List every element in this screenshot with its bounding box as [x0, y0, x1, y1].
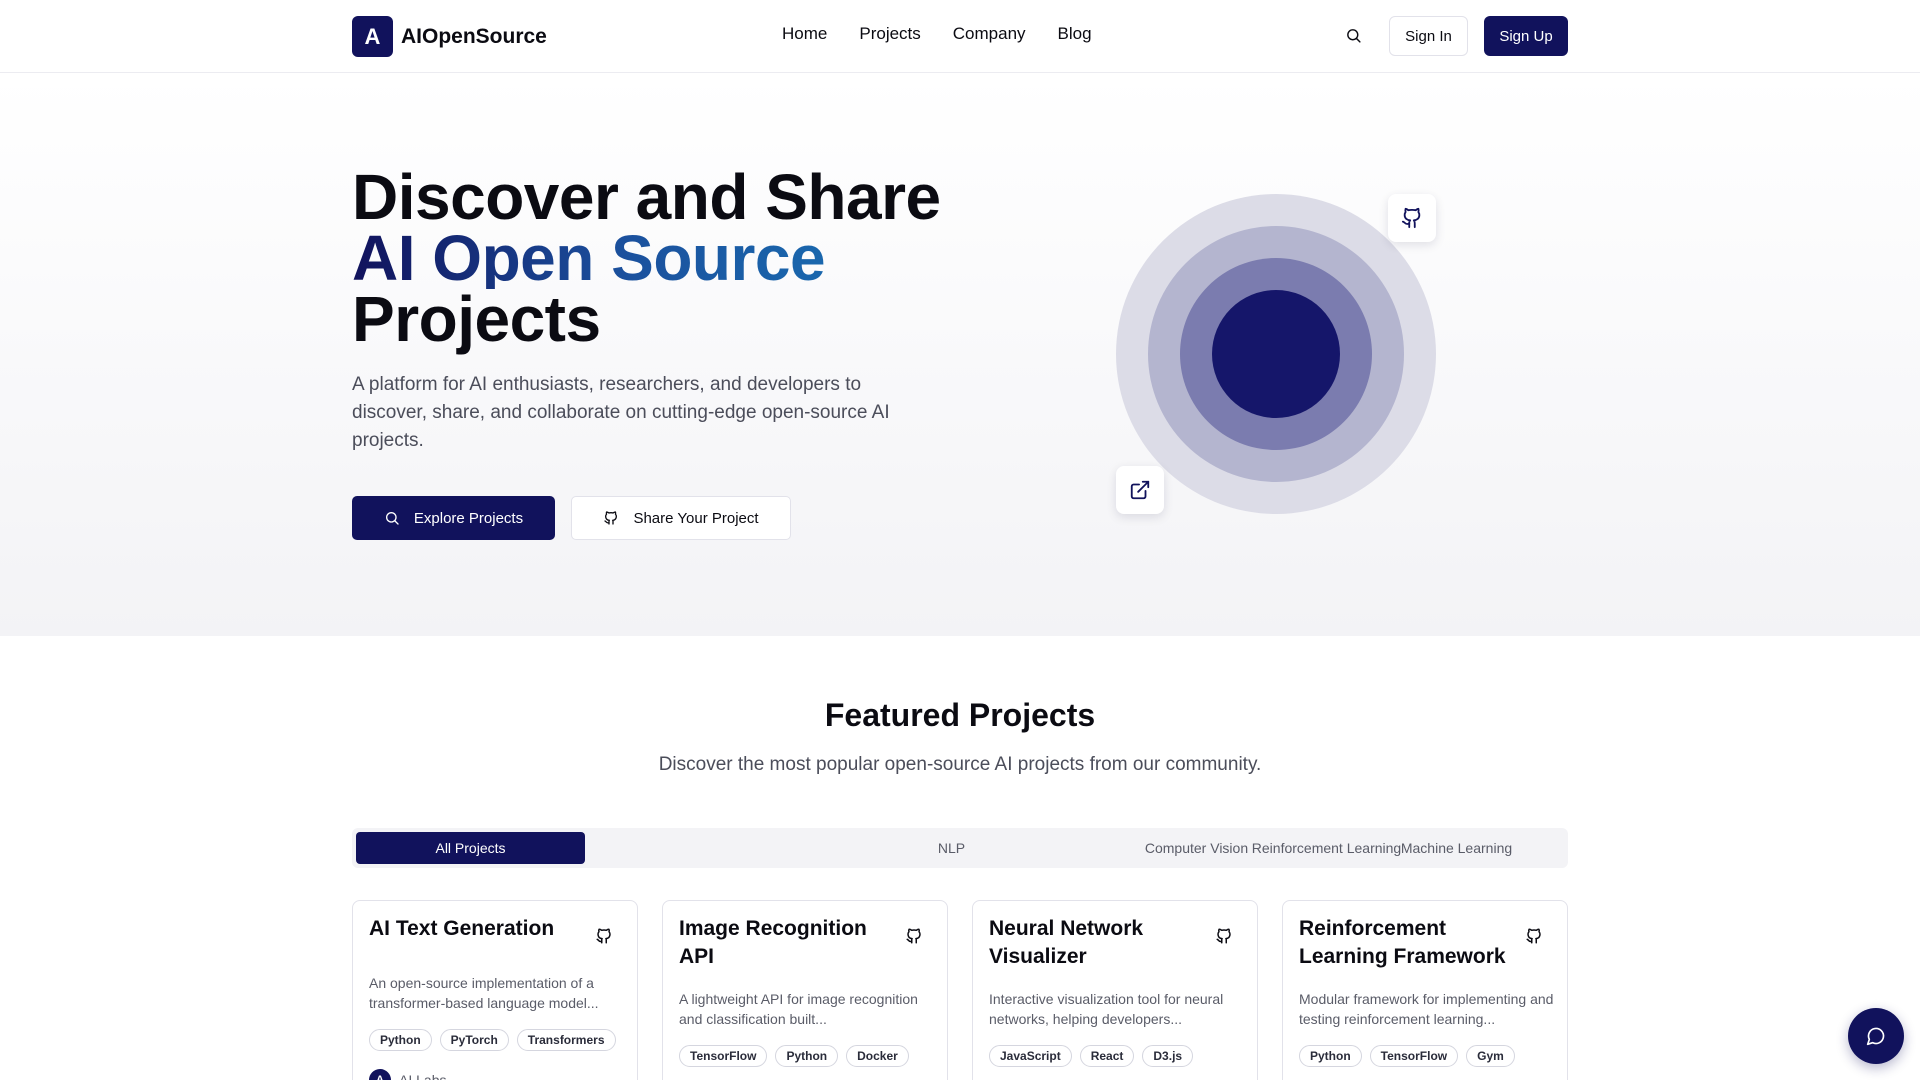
tag[interactable]: Gym [1466, 1045, 1515, 1067]
card-description-text: Interactive visualization tool for neura… [989, 991, 1224, 1027]
logo[interactable]: A AIOpenSource [352, 16, 547, 57]
card-tags: Python PyTorch Transformers [369, 1029, 616, 1051]
floating-external-link-card [1116, 466, 1164, 514]
chat-icon [1866, 1027, 1885, 1046]
featured-title: Featured Projects [824, 697, 1096, 733]
github-icon[interactable] [905, 927, 923, 945]
card-title: Reinforcement Learning Framework [1299, 917, 1506, 968]
circle-core [1212, 290, 1340, 418]
share-project-label: Share Your Project [633, 509, 759, 527]
author-name: AI Labs [399, 1072, 447, 1080]
card-description-text: An open-source implementation of a trans… [369, 975, 599, 1011]
floating-github-card [1388, 194, 1436, 242]
card-tags: TensorFlow Python Docker [679, 1045, 909, 1067]
logo-text: AIOpenSource [401, 24, 547, 48]
explore-projects-label: Explore Projects [413, 509, 524, 527]
sign-in-button[interactable]: Sign In [1389, 16, 1468, 56]
main-nav: Home Projects Company Blog [782, 24, 1092, 44]
avatar: A [369, 1069, 391, 1080]
tab-nlp[interactable]: NLP [837, 832, 1066, 864]
hero-title-line3: Projects [352, 283, 601, 355]
card-title: AI Text Generation [369, 917, 555, 940]
tag[interactable]: PyTorch [439, 1029, 509, 1051]
card-description: Interactive visualization tool for neura… [989, 989, 1245, 1029]
card-tags: Python TensorFlow Gym [1299, 1045, 1515, 1067]
project-card[interactable]: Reinforcement Learning Framework Modular… [1282, 900, 1568, 1080]
tag[interactable]: D3.js [1142, 1045, 1194, 1067]
tag[interactable]: TensorFlow [679, 1045, 768, 1067]
explore-projects-button[interactable]: Explore Projects [352, 496, 555, 540]
hero-section: Discover and Share AI Open Source Projec… [0, 74, 1920, 636]
tab-machine-learning[interactable]: Machine Learning [1342, 832, 1571, 864]
external-link-icon [1130, 480, 1150, 500]
card-description: An open-source implementation of a trans… [369, 973, 625, 1013]
card-description: A lightweight API for image recognition … [679, 989, 935, 1029]
nav-projects[interactable]: Projects [859, 24, 920, 44]
search-icon [385, 512, 399, 525]
hero-title-highlight: AI Open Source [352, 222, 826, 294]
project-card[interactable]: Neural Network Visualizer Interactive vi… [972, 900, 1258, 1080]
hero-title: Discover and Share AI Open Source Projec… [352, 165, 941, 351]
nav-blog[interactable]: Blog [1058, 24, 1092, 44]
tab-all-projects[interactable]: All Projects [356, 832, 585, 864]
card-title: Neural Network Visualizer [989, 917, 1144, 968]
github-icon[interactable] [1525, 927, 1543, 945]
chat-button[interactable] [1848, 1008, 1904, 1064]
tag[interactable]: Python [775, 1045, 839, 1067]
card-author: A AI Labs [369, 1069, 446, 1080]
github-icon [604, 511, 618, 525]
project-category-tabs: All Projects NLP Computer Vision Reinfor… [352, 828, 1568, 868]
logo-mark: A [352, 16, 393, 57]
tag[interactable]: Python [1299, 1045, 1362, 1067]
search-icon[interactable] [1340, 22, 1366, 48]
github-icon[interactable] [595, 927, 613, 945]
project-card[interactable]: Image Recognition API A lightweight API … [662, 900, 948, 1080]
tag[interactable]: TensorFlow [1369, 1045, 1459, 1067]
hero-illustration [1116, 194, 1436, 514]
github-icon [1401, 207, 1421, 229]
share-project-button[interactable]: Share Your Project [571, 496, 791, 540]
card-tags: JavaScript React D3.js [989, 1045, 1194, 1067]
nav-company[interactable]: Company [953, 24, 1026, 44]
project-card[interactable]: AI Text Generation An open-source implem… [352, 900, 638, 1080]
github-icon[interactable] [1215, 927, 1233, 945]
sign-up-button[interactable]: Sign Up [1484, 16, 1568, 56]
card-description: Modular framework for implementing and t… [1299, 989, 1555, 1029]
featured-subtitle: Discover the most popular open-source AI… [658, 754, 1262, 775]
hero-description: A platform for AI enthusiasts, researche… [352, 374, 890, 451]
tag[interactable]: JavaScript [989, 1045, 1072, 1067]
tag[interactable]: Transformers [516, 1029, 616, 1051]
tag[interactable]: Docker [846, 1045, 909, 1067]
tag[interactable]: Python [369, 1029, 432, 1051]
card-description-text: Modular framework for implementing and t… [1299, 991, 1554, 1027]
nav-home[interactable]: Home [782, 24, 827, 44]
card-title: Image Recognition API [679, 917, 867, 968]
tag[interactable]: React [1079, 1045, 1135, 1067]
card-description-text: A lightweight API for image recognition … [679, 991, 918, 1027]
site-header: A AIOpenSource Home Projects Company Blo… [0, 0, 1920, 73]
